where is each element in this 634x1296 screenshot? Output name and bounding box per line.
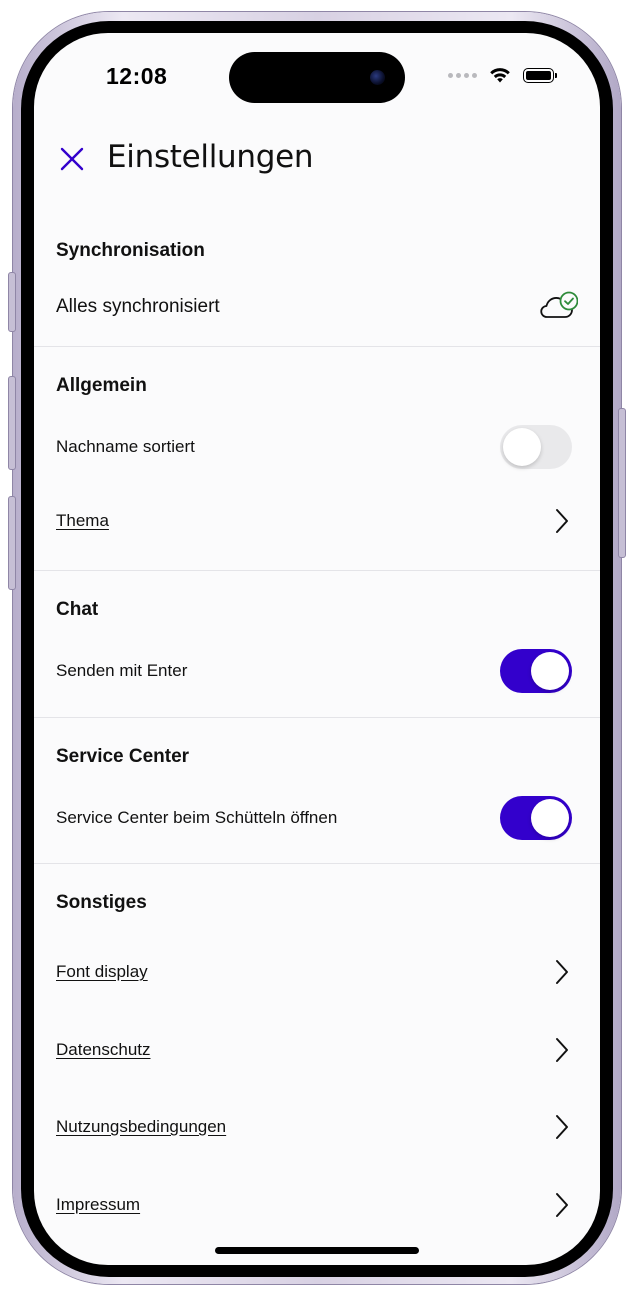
status-time: 12:08 — [106, 63, 168, 89]
shake-row: Service Center beim Schütteln öffnen — [34, 790, 600, 846]
chevron-right-icon — [556, 1115, 568, 1139]
section-title-other: Sonstiges — [56, 892, 147, 913]
section-title-chat: Chat — [56, 599, 99, 620]
terms-link[interactable]: Nutzungsbedingungen — [56, 1117, 226, 1137]
shake-toggle[interactable] — [500, 796, 572, 840]
sync-status-label: Alles synchronisiert — [56, 296, 220, 317]
shake-label: Service Center beim Schütteln öffnen — [56, 808, 338, 827]
side-button-power — [618, 408, 626, 558]
section-service-center: Service Center Service Center beim Schüt… — [34, 718, 600, 863]
section-other: Sonstiges Font display Datenschutz Nutzu… — [34, 864, 600, 1265]
section-chat: Chat Senden mit Enter — [34, 571, 600, 717]
toggle-knob — [503, 428, 541, 466]
font-display-row[interactable]: Font display — [34, 944, 600, 1000]
toggle-knob — [531, 652, 569, 690]
chevron-right-icon — [556, 1193, 568, 1217]
dynamic-island — [229, 52, 405, 103]
toggle-knob — [531, 799, 569, 837]
side-button-mute — [8, 272, 16, 332]
chevron-right-icon — [556, 960, 568, 984]
camera-icon — [370, 70, 385, 85]
send-enter-toggle[interactable] — [500, 649, 572, 693]
wifi-icon — [490, 68, 510, 83]
page-title: Einstellungen — [107, 139, 314, 175]
privacy-link[interactable]: Datenschutz — [56, 1040, 151, 1060]
header: Einstellungen — [34, 131, 600, 187]
sort-lastname-label: Nachname sortiert — [56, 437, 195, 456]
section-title-service-center: Service Center — [56, 746, 190, 767]
close-button[interactable] — [56, 143, 88, 175]
status-icons — [448, 67, 557, 84]
screen: 12:08 Einstellungen Synchronisation Alle… — [34, 33, 600, 1265]
sync-status-row: Alles synchronisiert — [34, 279, 600, 335]
side-button-volume-up — [8, 376, 16, 470]
close-icon — [60, 147, 84, 171]
sort-lastname-row: Nachname sortiert — [34, 419, 600, 475]
side-button-volume-down — [8, 496, 16, 590]
home-indicator[interactable] — [215, 1247, 419, 1254]
theme-link[interactable]: Thema — [56, 511, 109, 531]
section-title-general: Allgemein — [56, 375, 147, 396]
privacy-row[interactable]: Datenschutz — [34, 1022, 600, 1078]
signal-icon — [448, 73, 477, 78]
section-sync: Synchronisation Alles synchronisiert — [34, 233, 600, 346]
imprint-row[interactable]: Impressum — [34, 1177, 600, 1233]
font-display-link[interactable]: Font display — [56, 962, 148, 982]
chevron-right-icon — [556, 509, 568, 533]
section-title-sync: Synchronisation — [56, 240, 205, 261]
imprint-link[interactable]: Impressum — [56, 1195, 140, 1215]
section-general: Allgemein Nachname sortiert Thema — [34, 347, 600, 570]
sort-lastname-toggle[interactable] — [500, 425, 572, 469]
theme-row[interactable]: Thema — [34, 493, 600, 549]
cloud-check-icon — [540, 291, 578, 318]
terms-row[interactable]: Nutzungsbedingungen — [34, 1099, 600, 1155]
send-enter-label: Senden mit Enter — [56, 661, 188, 680]
send-enter-row: Senden mit Enter — [34, 643, 600, 699]
chevron-right-icon — [556, 1038, 568, 1062]
battery-icon — [523, 68, 557, 83]
